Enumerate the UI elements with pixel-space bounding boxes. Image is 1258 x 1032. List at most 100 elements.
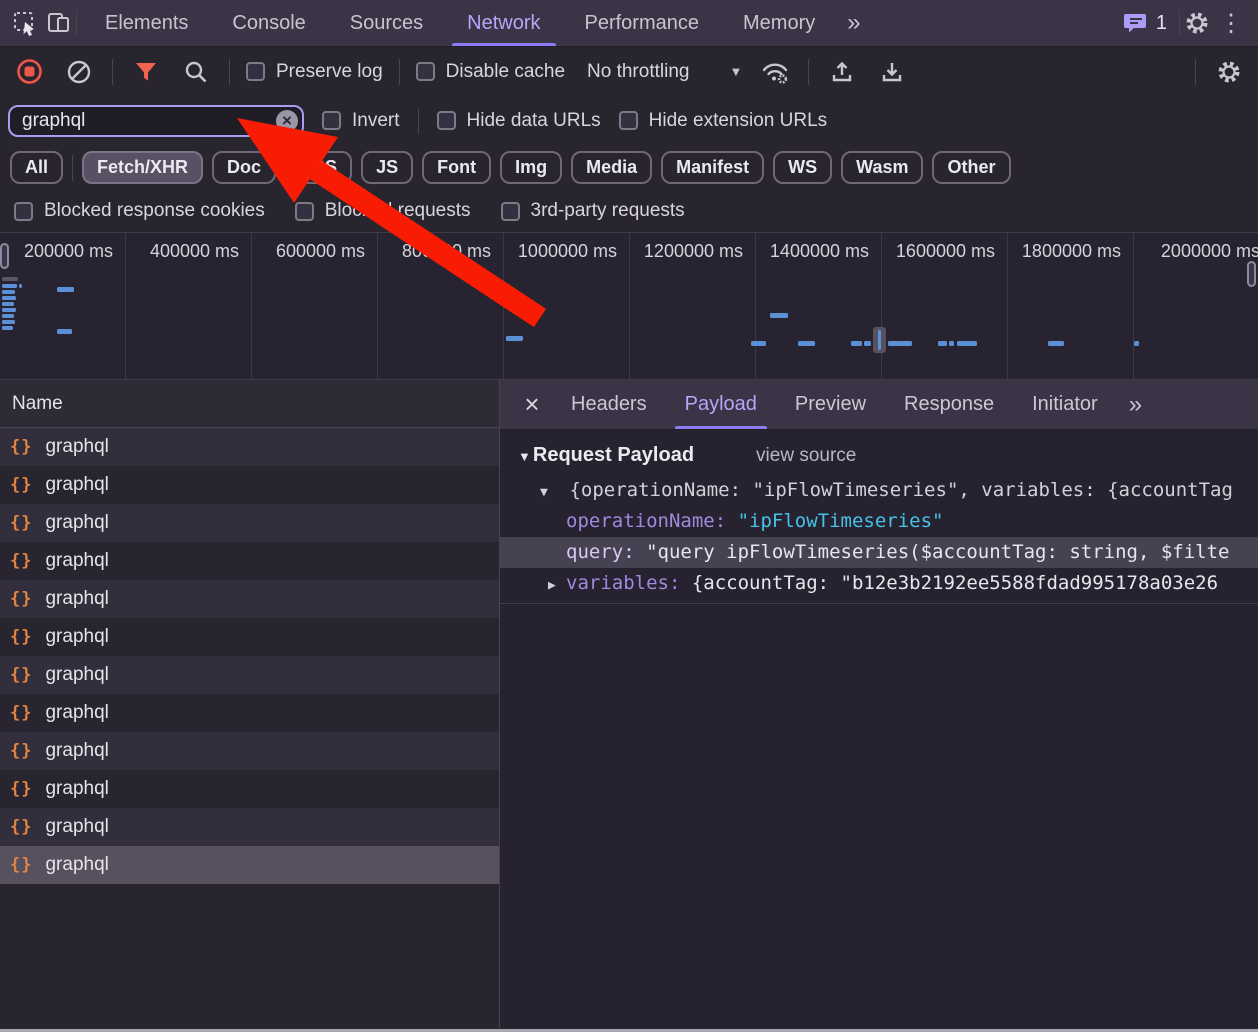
tab-console[interactable]: Console [217,0,320,46]
tab-performance[interactable]: Performance [570,0,715,46]
issues-messages-button[interactable]: 1 [1111,12,1179,35]
request-name: graphql [45,550,108,572]
hide-data-urls-checkbox[interactable] [437,111,456,130]
request-row[interactable]: {} graphql [0,808,499,846]
detail-tab-payload[interactable]: Payload [669,380,773,429]
timeline-activity-bar [888,341,912,346]
detail-tab-headers[interactable]: Headers [555,380,663,429]
toolbar-divider [112,59,113,85]
third-party-checkbox[interactable] [501,202,520,221]
hide-extension-urls-checkbox[interactable] [619,111,638,130]
payload-query-line-selected[interactable]: query: "query ipFlowTimeseries($accountT… [500,537,1258,568]
json-request-icon: {} [10,779,32,799]
disable-cache-checkbox[interactable] [416,62,435,81]
name-column-header[interactable]: Name [0,380,499,428]
request-row[interactable]: {} graphql [0,542,499,580]
request-row[interactable]: {} graphql [0,580,499,618]
main-tabs: Elements Console Sources Network Perform… [83,0,837,46]
request-row[interactable]: {} graphql [0,618,499,656]
request-payload-section[interactable]: ▼ Request Payload view source [500,430,1258,475]
request-row-selected[interactable]: {} graphql [0,846,499,884]
hide-extension-urls-label: Hide extension URLs [649,110,827,132]
timeline-tick: 1400000 ms [756,233,882,379]
payload-variables-line[interactable]: ▶variables: {accountTag: "b12e3b2192ee55… [500,568,1258,599]
more-detail-tabs-chevron[interactable]: » [1117,391,1154,419]
network-conditions-button[interactable] [758,55,792,89]
chip-font[interactable]: Font [422,151,491,184]
timeline-activity-bar [19,284,22,288]
device-toolbar-button[interactable] [42,6,76,40]
request-name: graphql [45,588,108,610]
chip-ws[interactable]: WS [773,151,832,184]
clear-network-log-button[interactable] [62,55,96,89]
resource-type-filter-row: All Fetch/XHR Doc CSS JS Font Img Media … [0,145,1258,190]
request-row[interactable]: {} graphql [0,466,499,504]
timeline-activity-bar [2,308,16,312]
request-rows: {} graphql {} graphql {} graphql {} grap… [0,428,499,884]
chip-manifest[interactable]: Manifest [661,151,764,184]
request-name: graphql [45,436,108,458]
preserve-log-checkbox[interactable] [246,62,265,81]
detail-tab-preview[interactable]: Preview [779,380,882,429]
chip-fetch-xhr[interactable]: Fetch/XHR [82,151,203,184]
chip-media[interactable]: Media [571,151,652,184]
request-name: graphql [45,740,108,762]
payload-operation-line[interactable]: operationName: "ipFlowTimeseries" [500,506,1258,537]
invert-checkbox[interactable] [322,111,341,130]
blocked-requests-group: Blocked requests [295,200,471,222]
detail-tab-initiator[interactable]: Initiator [1016,380,1114,429]
record-network-log-button[interactable] [12,55,46,89]
chip-js[interactable]: JS [361,151,413,184]
search-network-button[interactable] [179,55,213,89]
preserve-log-label: Preserve log [276,61,383,83]
request-list-pane: Name {} graphql {} graphql {} graphql {}… [0,380,500,1028]
more-tabs-chevron[interactable]: » [837,9,870,37]
tab-elements[interactable]: Elements [90,0,203,46]
json-request-icon: {} [10,513,32,533]
chip-wasm[interactable]: Wasm [841,151,923,184]
json-request-icon: {} [10,627,32,647]
export-har-button[interactable] [875,55,909,89]
blocked-cookies-checkbox[interactable] [14,202,33,221]
timeline-scroll-handle-left[interactable] [0,243,9,269]
chip-other[interactable]: Other [932,151,1010,184]
close-detail-button[interactable]: × [512,380,552,429]
clear-filter-button[interactable]: × [276,110,298,132]
throttling-select[interactable]: No throttling ▼ [587,61,742,83]
timeline-scroll-handle-right[interactable] [1247,261,1256,287]
request-row[interactable]: {} graphql [0,694,499,732]
payload-root-line[interactable]: ▼ {operationName: "ipFlowTimeseries", va… [500,475,1258,506]
request-row[interactable]: {} graphql [0,732,499,770]
toolbar-divider [1195,59,1196,85]
request-row[interactable]: {} graphql [0,428,499,466]
tab-memory[interactable]: Memory [728,0,830,46]
filter-toggle-button[interactable] [129,55,163,89]
blocked-requests-checkbox[interactable] [295,202,314,221]
filter-input[interactable] [8,105,304,137]
import-har-button[interactable] [825,55,859,89]
request-row[interactable]: {} graphql [0,504,499,542]
devtools-settings-button[interactable] [1180,6,1214,40]
invert-label: Invert [352,110,400,132]
tab-network[interactable]: Network [452,0,555,46]
timeline-activity-bar [2,302,14,306]
request-row[interactable]: {} graphql [0,770,499,808]
chip-doc[interactable]: Doc [212,151,276,184]
network-settings-button[interactable] [1212,55,1246,89]
chip-css[interactable]: CSS [285,151,352,184]
third-party-group: 3rd-party requests [501,200,685,222]
timeline-activity-bar [957,341,977,346]
detail-tab-response[interactable]: Response [888,380,1010,429]
request-row[interactable]: {} graphql [0,656,499,694]
chip-img[interactable]: Img [500,151,562,184]
tab-sources[interactable]: Sources [335,0,438,46]
network-overview-timeline[interactable]: 200000 ms 400000 ms 600000 ms 800000 ms … [0,232,1258,380]
inspect-element-button[interactable] [8,6,42,40]
chip-all[interactable]: All [10,151,63,184]
expander-closed-icon[interactable]: ▶ [548,570,566,599]
upload-icon [829,59,855,85]
expander-open-icon[interactable]: ▼ [540,477,558,506]
kebab-menu-button[interactable]: ⋮ [1214,6,1248,40]
third-party-label: 3rd-party requests [531,200,685,222]
view-source-link[interactable]: view source [756,445,856,467]
